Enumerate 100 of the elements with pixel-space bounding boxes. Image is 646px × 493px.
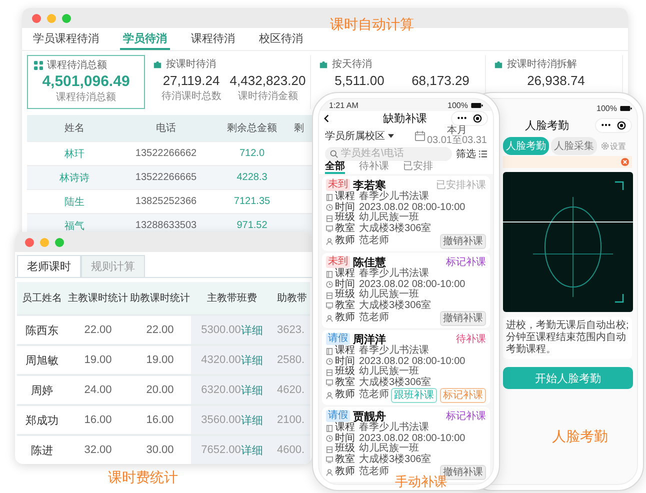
caption: 课时自动计算 [330,16,414,34]
note-text: 进校，考勤无课后自动出校; [506,320,629,332]
detail-label: 教室 [335,454,355,466]
status-tag: 未到 [326,256,350,268]
detail-label: 课程 [335,346,355,356]
minimize-dot-icon[interactable] [47,14,56,22]
capsule-button[interactable] [595,118,632,132]
tab[interactable]: 规则计算 [81,255,145,277]
detail-value: 幼儿民族一班 [359,290,419,300]
search-icon [330,150,338,158]
tab[interactable]: 学员课程待消 [30,28,102,50]
search-field[interactable]: 学员姓名\电话 [325,146,452,161]
action-button[interactable]: 跟班补课 [391,388,437,404]
more-icon [457,116,467,120]
table-cell-text: 周旭敏 [24,354,60,368]
period-label: 本月 [446,126,467,136]
action-button[interactable]: 撤销补课 [440,234,486,250]
table-cell: 2100. [273,406,310,434]
detail-label: 时间 [335,356,355,367]
table-cell-text: 971.52 [236,219,268,233]
caption: 人脸考勤 [552,428,608,446]
table-cell-text: 13522266662 [134,147,198,161]
detail-link[interactable]: 详细 [240,442,263,458]
table-cell: 3623. [273,316,310,344]
battery-level: 100% [448,101,468,110]
start-button[interactable]: 开始人脸考勤 [503,367,633,389]
target-icon [617,120,626,130]
period-picker[interactable]: 本月 03.01至03.31 [414,126,487,146]
filter-button[interactable]: 筛选 [456,146,487,161]
close-dot-icon[interactable] [25,238,34,246]
status-tag: 请假 [326,333,350,346]
action-button[interactable]: 标记补课 [440,388,486,404]
building-icon [326,446,333,453]
detail-value: 幼儿民族一班 [359,213,419,224]
table-cell-text: 福气 [64,220,86,234]
table-cell-text: 4228.3 [236,171,268,185]
student-name: 周洋洋 [353,332,386,346]
tab[interactable]: 校区待消 [256,28,306,50]
column-header: 剩余总金额 [210,115,294,141]
column-header: 主教课时统计 [67,282,129,314]
more-icon [601,123,611,127]
tab[interactable]: 老师课时 [17,255,81,277]
detail-link[interactable]: 详细 [240,322,263,338]
detail-link[interactable]: 详细 [240,352,263,368]
student-name: 李若寒 [353,178,386,192]
back-icon[interactable] [324,114,329,123]
table-cell-text: 20.00 [145,383,175,398]
tab[interactable]: 已安排 [403,162,433,174]
fee-value: 4320.00 [201,354,241,366]
building-icon [326,292,333,299]
calendar-icon [414,131,425,142]
detail-value: 范老师 [359,390,389,401]
detail-label: 课程 [335,192,355,202]
student-name: 陈佳慧 [353,256,386,269]
detail-link[interactable]: 详细 [240,412,263,428]
tab[interactable]: 全部 [325,162,345,174]
table-cell-text: 712.0 [238,147,266,161]
table-cell-text: 32.00 [83,443,113,458]
detail-label: 教师 [335,236,355,247]
settings-button[interactable]: 设置 [601,140,626,152]
tab[interactable]: 人脸采集 [551,137,597,155]
table-cell-text: 22.00 [145,323,175,338]
book-icon [326,270,333,278]
table-cell-text: 16.00 [83,413,113,428]
detail-value: 大成楼3楼306室 [359,378,432,388]
minimize-dot-icon[interactable] [40,238,49,246]
tab[interactable]: 课程待消 [188,28,238,50]
action-button[interactable]: 撤销补课 [440,311,486,326]
close-icon[interactable] [621,158,629,166]
stat-label: 课时待消金额 [238,91,298,103]
board-icon [326,379,333,386]
detail-value: 春季少儿书法课 [359,192,429,203]
clock-icon [326,281,333,288]
book-icon [326,424,333,432]
battery-icon [471,103,483,108]
stat-label: 待消课时总数 [161,91,222,103]
makeup-status: 待补课 [456,332,486,346]
makeup-status: 标记补课 [446,256,486,270]
tab[interactable]: 人脸考勤 [503,137,549,155]
table-cell-text: 16.00 [145,413,175,428]
tab[interactable]: 待补课 [359,162,389,174]
close-dot-icon[interactable] [32,14,41,22]
student-name: 贾靓舟 [353,410,386,423]
table-cell-text: 30.00 [145,443,175,458]
detail-label: 班级 [335,290,355,300]
caret-icon [388,134,394,138]
clock-icon [326,435,333,442]
makeup-status: 已安排补课 [436,178,486,192]
detail-value: 2023.08.02 08:00-10:00 [359,280,466,290]
tab[interactable]: 学员待消 [120,28,170,50]
detail-value: 春季少儿书法课 [359,269,429,280]
settings-icon [601,142,609,150]
stat-title: 课程待消总额 [47,58,107,72]
capsule-button[interactable] [451,110,488,126]
detail-link[interactable]: 详细 [240,382,263,398]
table-cell-text: 24.00 [83,383,113,398]
maximize-dot-icon[interactable] [62,14,71,22]
group-title: 按课时待消拆解 [507,58,577,71]
maximize-dot-icon[interactable] [55,238,64,246]
detail-label: 时间 [335,434,355,444]
